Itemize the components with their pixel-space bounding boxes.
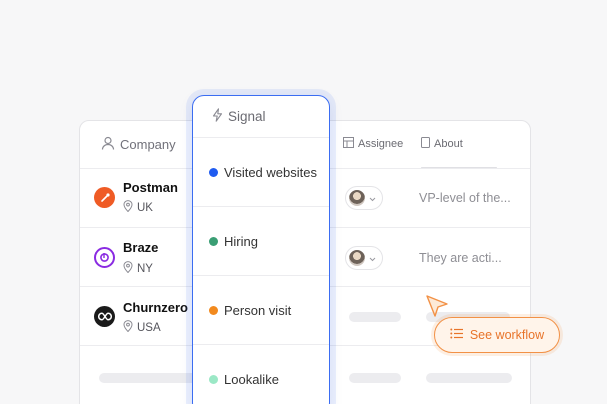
column-header-company-label: Company [120, 137, 176, 152]
see-workflow-label: See workflow [469, 328, 545, 342]
braze-logo-icon [94, 247, 115, 268]
signal-item[interactable]: Visited websites [193, 138, 329, 207]
about-text: They are acti... [419, 251, 502, 265]
document-icon [421, 137, 430, 151]
chevron-down-icon [369, 249, 376, 267]
location-label: USA [137, 321, 161, 334]
company-location: UK [123, 200, 153, 215]
company-name[interactable]: Postman [123, 180, 178, 195]
signal-label: Hiring [224, 233, 258, 249]
signal-label: Person visit [224, 302, 292, 318]
location-pin-icon [123, 320, 133, 335]
column-header-about-label: About [434, 138, 463, 150]
company-location: NY [123, 261, 153, 276]
header-underline [421, 167, 497, 168]
location-pin-icon [123, 261, 133, 276]
about-text: VP-level of the... [419, 191, 511, 205]
about-placeholder [426, 373, 512, 383]
location-label: NY [137, 262, 153, 275]
lightning-icon [212, 108, 223, 125]
assignee-placeholder [349, 312, 401, 322]
signal-dot [209, 167, 218, 177]
signal-label: Visited websites [224, 164, 317, 180]
avatar [349, 250, 365, 266]
assignee-select[interactable] [345, 186, 383, 210]
signal-dot [209, 305, 218, 315]
see-workflow-button[interactable]: See workflow [434, 317, 560, 353]
location-label: UK [137, 201, 153, 214]
signal-label: Lookalike [224, 372, 279, 387]
assignee-placeholder [349, 373, 401, 383]
column-header-company[interactable]: Company [100, 135, 176, 154]
signal-item[interactable]: Hiring [193, 207, 329, 276]
signal-header[interactable]: Signal [193, 96, 329, 138]
company-placeholder [99, 373, 199, 383]
signal-dot [209, 375, 218, 384]
company-name[interactable]: Braze [123, 240, 158, 255]
user-icon [100, 135, 116, 154]
postman-logo-icon [94, 187, 115, 208]
signal-item[interactable]: Lookalike [193, 345, 329, 404]
avatar [349, 190, 365, 206]
signal-item[interactable]: Person visit [193, 276, 329, 345]
company-location: USA [123, 320, 161, 335]
signal-header-label: Signal [228, 109, 266, 124]
assignee-select[interactable] [345, 246, 383, 270]
company-name[interactable]: Churnzero [123, 300, 188, 315]
list-icon [450, 328, 464, 342]
signal-column[interactable]: Signal Visited websites Hiring Person vi… [192, 95, 330, 404]
chevron-down-icon [369, 189, 376, 207]
location-pin-icon [123, 200, 133, 215]
table-icon [343, 137, 354, 151]
column-header-about[interactable]: About [421, 137, 463, 151]
column-header-assignee-label: Assignee [358, 138, 404, 150]
churnzero-logo-icon [94, 306, 115, 327]
signal-dot [209, 236, 218, 246]
column-header-assignee[interactable]: Assignee [343, 137, 403, 151]
